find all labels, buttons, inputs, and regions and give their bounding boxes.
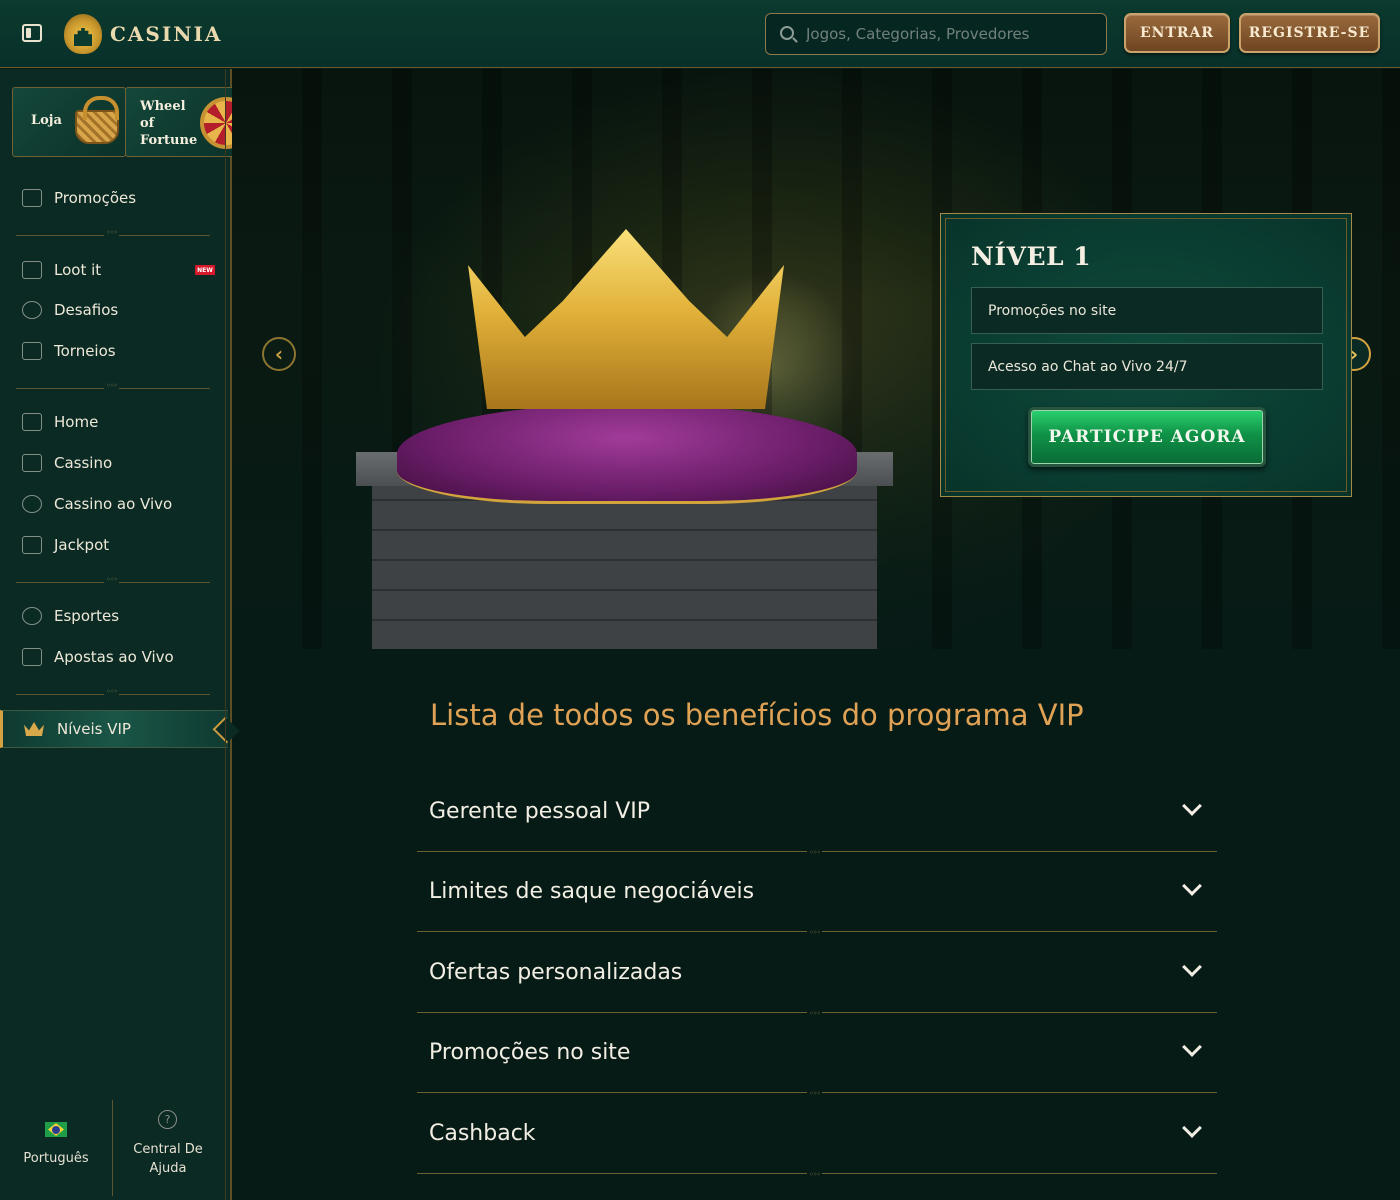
brazil-flag-icon (45, 1122, 67, 1137)
fortune-wheel-icon (200, 97, 232, 149)
casinia-logo[interactable]: CASINIA (64, 12, 222, 56)
search-icon (780, 26, 794, 40)
sidebar-item-esportes[interactable]: Esportes (0, 597, 228, 635)
crown-icon (24, 722, 44, 736)
chevron-down-icon (1182, 796, 1202, 816)
chevron-down-icon (1182, 957, 1202, 977)
promo-cards: Loja Wheel of Fortune (12, 87, 232, 157)
sidebar-item-label: Apostas ao Vivo (54, 648, 174, 666)
chevron-down-icon (1182, 876, 1202, 896)
sidebar-item-label: Esportes (54, 607, 120, 625)
seven-icon (22, 536, 42, 554)
nav-divider (16, 687, 210, 696)
sidebar-footer: Português ? Central De Ajuda (0, 1100, 228, 1200)
soccer-ball-icon (22, 607, 42, 625)
footer-divider (112, 1100, 113, 1196)
gift-box-icon (22, 189, 42, 207)
benefit-label: Cashback (429, 1121, 536, 1146)
sidebar-item-home[interactable]: Home (0, 403, 228, 441)
benefit-accordion-item[interactable]: Ofertas personalizadas (417, 932, 1217, 1018)
sidebar-item-desafios[interactable]: Desafios (0, 291, 228, 329)
collapse-arrow-icon[interactable] (212, 716, 240, 744)
live-shield-icon (22, 648, 42, 666)
prev-level-arrow-icon[interactable]: ‹ (262, 337, 296, 371)
new-badge: NEW (195, 265, 215, 275)
vip-hero-banner: ‹ › NÍVEL 1 Promoções no site Acesso ao … (232, 69, 1400, 649)
level-title: NÍVEL 1 (971, 242, 1092, 271)
nav-divider (16, 228, 210, 237)
sidebar-item-label: Desafios (54, 301, 119, 319)
level-perk: Acesso ao Chat ao Vivo 24/7 (971, 343, 1323, 390)
sidebar-item-promocoes[interactable]: Promoções (0, 179, 228, 217)
promo-card-wheel-of-fortune[interactable]: Wheel of Fortune (125, 87, 232, 157)
basket-icon (75, 96, 119, 144)
trophy-cup-icon (22, 301, 42, 319)
register-button[interactable]: REGISTRE-SE (1239, 13, 1380, 53)
logo-text: CASINIA (110, 22, 223, 46)
sidebar-item-loot-it[interactable]: Loot it NEW (0, 251, 228, 289)
sidebar-item-label: Níveis VIP (57, 720, 131, 738)
benefit-accordion-item[interactable]: Promoções no site (417, 1012, 1217, 1098)
sidebar-item-label: Cassino (54, 454, 113, 472)
sidebar-item-label: Torneios (54, 342, 116, 360)
benefit-accordion-item[interactable]: Cashback (417, 1093, 1217, 1179)
nav-divider (16, 575, 210, 584)
sidebar-item-torneios[interactable]: Torneios (0, 332, 228, 370)
benefits-title: Lista de todos os benefícios do programa… (430, 698, 1084, 732)
benefit-label: Promoções no site (429, 1040, 631, 1065)
promo-card-label: Wheel of Fortune (140, 99, 198, 148)
benefit-label: Limites de saque negociáveis (429, 879, 755, 904)
chest-icon (22, 261, 42, 279)
chevron-down-icon (1182, 1118, 1202, 1138)
sidebar: Loja Wheel of Fortune Promoções Loot it … (0, 69, 240, 1200)
tournament-cup-icon (22, 342, 42, 360)
benefit-label: Ofertas personalizadas (429, 960, 683, 985)
promo-card-shop[interactable]: Loja (12, 87, 126, 157)
promo-card-label: Loja (31, 113, 62, 128)
gold-crown-image (468, 229, 784, 409)
sidebar-item-label: Home (54, 413, 99, 431)
sidebar-item-label: Jackpot (54, 536, 110, 554)
castle-logo-icon (64, 14, 102, 54)
sidebar-item-label: Cassino ao Vivo (54, 495, 173, 513)
castle-icon (22, 413, 42, 431)
benefit-label: Gerente pessoal VIP (429, 799, 651, 824)
sidebar-item-apostas-ao-vivo[interactable]: Apostas ao Vivo (0, 638, 228, 676)
search-input[interactable] (806, 14, 1096, 54)
casino-building-icon (22, 454, 42, 472)
help-label: Central De Ajuda (133, 1142, 203, 1176)
level-card: NÍVEL 1 Promoções no site Acesso ao Chat… (940, 213, 1352, 497)
language-label: Português (23, 1151, 89, 1166)
search-box[interactable] (765, 13, 1107, 55)
purple-pillow-image (397, 404, 857, 504)
sidebar-item-label: Promoções (54, 189, 137, 207)
sidebar-item-jackpot[interactable]: Jackpot (0, 526, 228, 564)
sidebar-item-cassino[interactable]: Cassino (0, 444, 228, 482)
benefit-accordion-item[interactable]: Gerente pessoal VIP (417, 771, 1217, 857)
nav-divider (16, 381, 210, 390)
login-button[interactable]: ENTRAR (1124, 13, 1230, 53)
benefit-accordion-item[interactable]: Limites de saque negociáveis (417, 851, 1217, 937)
top-header: CASINIA ENTRAR REGISTRE-SE (0, 0, 1400, 68)
level-perk: Promoções no site (971, 287, 1323, 334)
sidebar-item-label: Loot it (54, 261, 102, 279)
sidebar-toggle-icon[interactable] (22, 24, 42, 42)
sidebar-item-cassino-ao-vivo[interactable]: Cassino ao Vivo (0, 485, 228, 523)
help-icon: ? (158, 1110, 177, 1129)
join-now-button[interactable]: PARTICIPE AGORA (1028, 407, 1266, 467)
chip-icon (22, 495, 42, 513)
sidebar-item-niveis-vip[interactable]: Níveis VIP (0, 710, 240, 748)
chevron-down-icon (1182, 1037, 1202, 1057)
